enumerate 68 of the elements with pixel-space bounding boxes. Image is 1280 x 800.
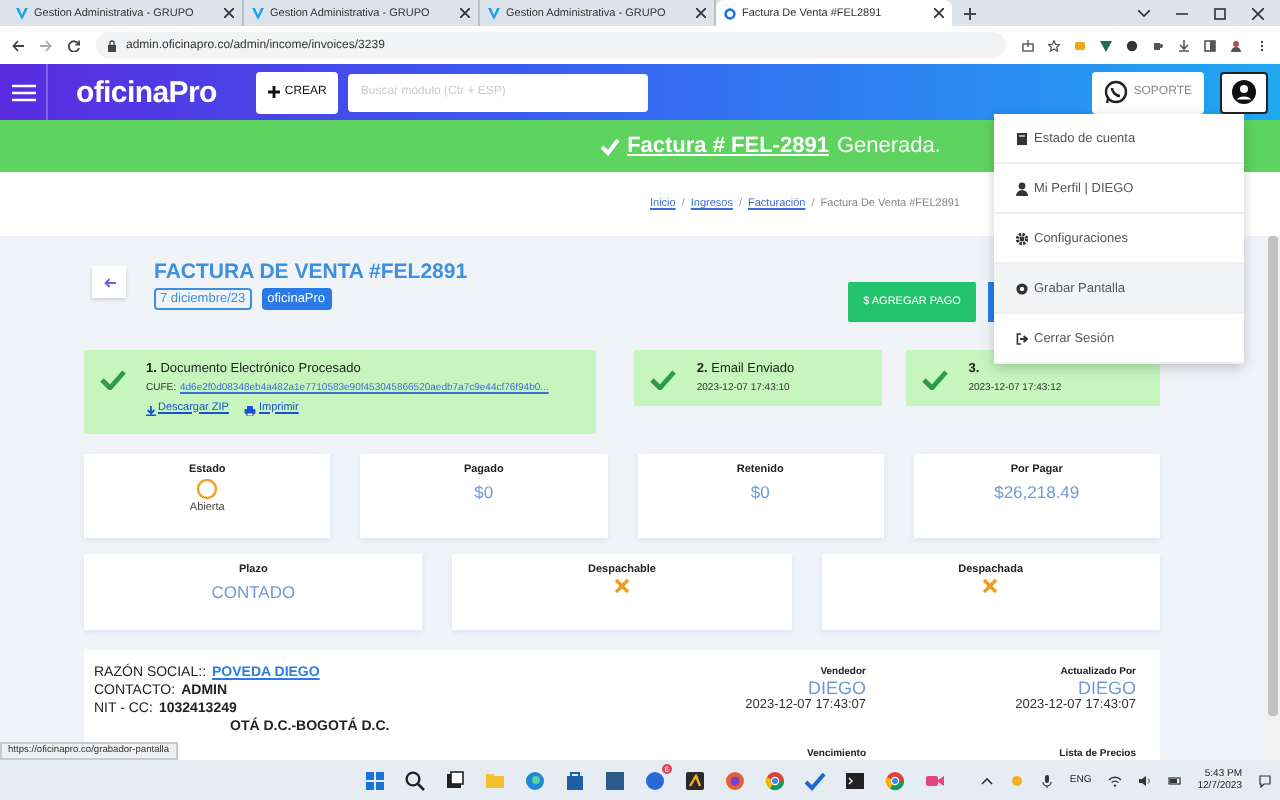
menu-icon bbox=[11, 83, 35, 101]
extension-icon[interactable] bbox=[1126, 39, 1138, 51]
reload-icon[interactable] bbox=[68, 39, 80, 51]
microphone-icon[interactable] bbox=[1039, 773, 1054, 787]
circle-icon bbox=[724, 7, 736, 19]
close-icon[interactable] bbox=[696, 8, 706, 18]
printer-icon bbox=[244, 406, 257, 416]
open-circle-icon bbox=[196, 478, 219, 500]
person-name: DIEGO bbox=[1077, 678, 1136, 698]
browser-icon[interactable] bbox=[524, 769, 546, 791]
app-icon[interactable] bbox=[684, 769, 706, 791]
app-icon[interactable] bbox=[604, 769, 626, 791]
download-icon[interactable] bbox=[1178, 39, 1190, 51]
banner-text: Generada. bbox=[836, 134, 941, 158]
close-icon[interactable] bbox=[224, 8, 234, 18]
store-icon[interactable] bbox=[564, 769, 586, 791]
share-icon[interactable] bbox=[1022, 39, 1034, 51]
restore-icon[interactable] bbox=[1214, 7, 1226, 19]
record-icon bbox=[1016, 281, 1028, 295]
check-app-icon[interactable] bbox=[804, 769, 826, 791]
minimize-icon[interactable] bbox=[1176, 11, 1188, 15]
notification-icon[interactable] bbox=[1258, 773, 1272, 787]
download-icon bbox=[146, 406, 156, 416]
back-arrow-icon[interactable] bbox=[12, 39, 24, 51]
browser-icon[interactable] bbox=[724, 769, 746, 791]
logout-icon bbox=[1016, 331, 1028, 345]
chevron-down-icon[interactable] bbox=[1138, 9, 1150, 17]
amount-value: $26,218.49 bbox=[994, 482, 1080, 502]
check-icon bbox=[922, 370, 949, 390]
browser-icon[interactable] bbox=[884, 769, 906, 791]
amount-value: $0 bbox=[750, 482, 770, 502]
book-icon bbox=[1016, 131, 1028, 145]
scrollbar[interactable] bbox=[1264, 236, 1280, 760]
invoice-title: FACTURA DE VENTA #FEL2891 bbox=[154, 260, 468, 284]
terminal-icon[interactable] bbox=[844, 769, 866, 791]
user-icon bbox=[1016, 181, 1028, 195]
term-value: CONTADO bbox=[211, 582, 296, 602]
check-icon bbox=[650, 370, 677, 390]
back-button[interactable] bbox=[92, 266, 126, 298]
task-view-icon[interactable] bbox=[444, 769, 466, 791]
plus-icon[interactable] bbox=[964, 7, 976, 19]
battery-icon[interactable] bbox=[1167, 773, 1182, 787]
chat-phone-icon bbox=[1103, 80, 1128, 104]
search-icon[interactable] bbox=[404, 769, 426, 791]
logo[interactable]: oficinaPro bbox=[48, 75, 249, 109]
check-icon bbox=[100, 370, 126, 390]
lock-icon bbox=[108, 39, 116, 51]
windows-logo-icon[interactable] bbox=[364, 769, 386, 791]
sidebar-icon[interactable] bbox=[1204, 39, 1216, 51]
person-name: DIEGO bbox=[807, 678, 866, 698]
user-button[interactable] bbox=[1220, 71, 1268, 113]
amount-value: $0 bbox=[474, 482, 494, 502]
profile-icon[interactable] bbox=[1230, 39, 1242, 51]
gear-icon bbox=[1016, 231, 1028, 245]
wifi-icon[interactable] bbox=[1107, 773, 1122, 787]
speaker-icon[interactable] bbox=[1137, 773, 1152, 787]
close-icon[interactable] bbox=[934, 8, 944, 18]
chevron-up-icon[interactable] bbox=[979, 773, 994, 787]
more-icon[interactable] bbox=[1256, 39, 1268, 51]
user-icon bbox=[1232, 80, 1256, 104]
scroll-thumb[interactable] bbox=[1267, 236, 1277, 716]
close-icon[interactable] bbox=[1252, 7, 1264, 19]
star-icon[interactable] bbox=[1048, 39, 1060, 51]
browser-icon[interactable] bbox=[764, 769, 786, 791]
close-icon[interactable] bbox=[460, 8, 470, 18]
plus-icon bbox=[268, 86, 281, 98]
back-arrow-icon bbox=[103, 277, 115, 287]
check-icon bbox=[599, 137, 620, 155]
